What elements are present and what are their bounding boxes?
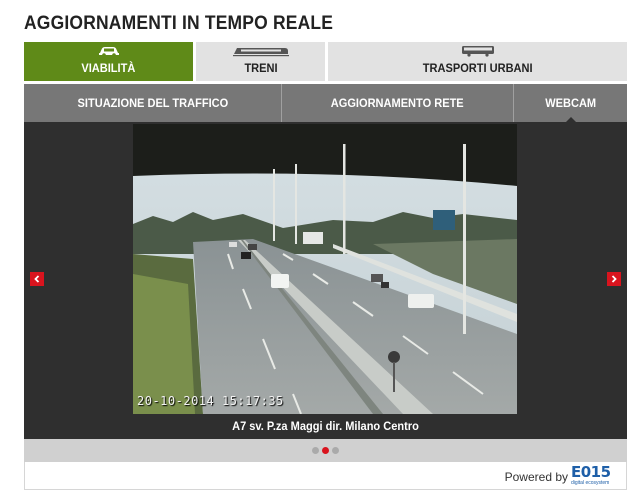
page-title: AGGIORNAMENTI IN TEMPO REALE [24, 13, 334, 34]
chevron-left-icon [33, 270, 41, 288]
subtab-label: AGGIORNAMENTO RETE [331, 96, 464, 110]
webcam-timestamp: 20-10-2014 15:17:35 [137, 394, 284, 408]
webcam-panel: 20-10-2014 15:17:35 A7 sv. P.za Maggi di… [24, 122, 627, 439]
footer: Powered by E015 digital ecosystem [24, 462, 627, 490]
tab-trasporti-urbani[interactable]: TRASPORTI URBANI [328, 42, 627, 81]
webcam-image: 20-10-2014 15:17:35 [133, 124, 517, 414]
tab-treni[interactable]: TRENI [196, 42, 325, 81]
subtab-label: SITUAZIONE DEL TRAFFICO [77, 96, 228, 110]
main-tabs: VIABILITÀ TRENI TRASPORTI URBANI [24, 42, 627, 81]
chevron-right-icon [610, 270, 618, 288]
subtab-situazione-traffico[interactable]: SITUAZIONE DEL TRAFFICO [24, 84, 282, 122]
slide-indicator [24, 439, 627, 462]
tab-label: TRENI [243, 61, 278, 75]
e015-logo[interactable]: E015 digital ecosystem [571, 465, 616, 487]
tab-viabilita[interactable]: VIABILITÀ [24, 42, 193, 81]
logo-text: E015 [571, 463, 611, 481]
slide-dot[interactable] [312, 447, 319, 454]
webcam-caption: A7 sv. P.za Maggi dir. Milano Centro [24, 419, 627, 433]
train-icon [232, 45, 289, 57]
tab-label: VIABILITÀ [81, 61, 136, 75]
slide-dot[interactable] [332, 447, 339, 454]
webcam-caption-text: A7 sv. P.za Maggi dir. Milano Centro [232, 419, 419, 433]
subtab-label: WEBCAM [545, 96, 596, 110]
next-slide-button[interactable] [607, 272, 621, 286]
powered-by-text: Powered by [504, 470, 568, 484]
slide-dot-active[interactable] [322, 447, 329, 454]
prev-slide-button[interactable] [30, 272, 44, 286]
sub-tabs: SITUAZIONE DEL TRAFFICO AGGIORNAMENTO RE… [24, 84, 627, 123]
subtab-webcam[interactable]: WEBCAM [514, 84, 627, 123]
car-icon [97, 45, 121, 57]
bus-icon [461, 45, 495, 57]
tab-label: TRASPORTI URBANI [422, 61, 533, 75]
subtab-aggiornamento-rete[interactable]: AGGIORNAMENTO RETE [282, 84, 514, 122]
logo-subtext: digital ecosystem [571, 480, 610, 486]
